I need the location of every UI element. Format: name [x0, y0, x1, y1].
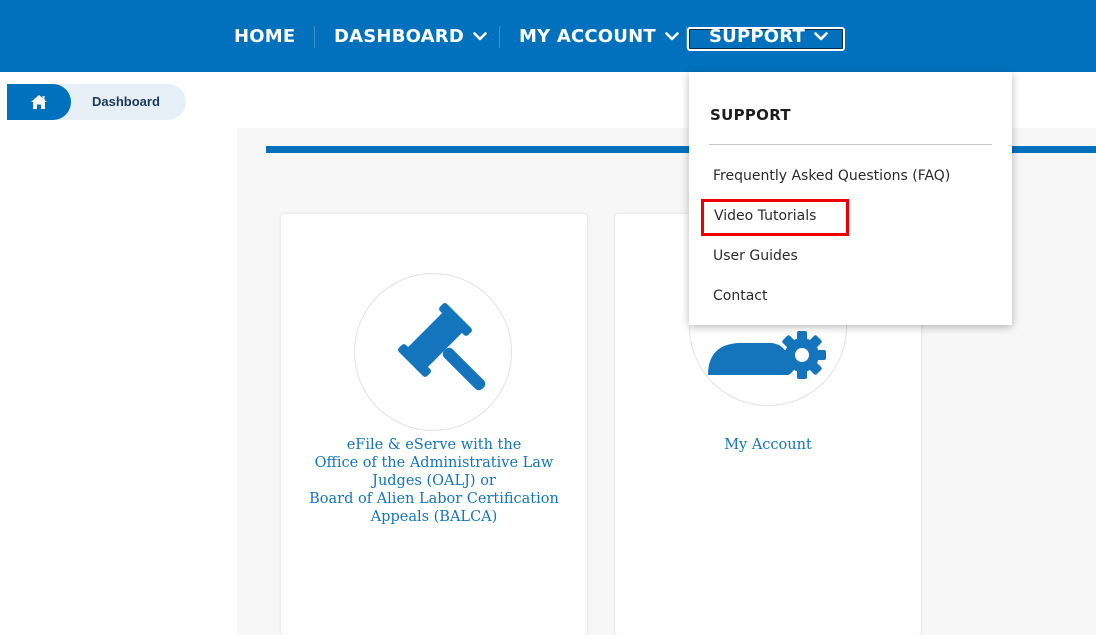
my-account-card-title[interactable]: My Account	[615, 436, 921, 454]
chevron-down-icon	[665, 31, 679, 40]
nav-support[interactable]: SUPPORT	[709, 0, 828, 72]
nav-my-account[interactable]: MY ACCOUNT	[519, 0, 679, 72]
support-dropdown-menu: SUPPORT Frequently Asked Questions (FAQ)…	[689, 72, 1012, 325]
efile-title-line: Board of Alien Labor Certification	[309, 491, 559, 507]
breadcrumb-current: Dashboard	[92, 94, 160, 109]
menu-item-user-guides[interactable]: User Guides	[713, 248, 798, 264]
efile-title-line: Office of the Administrative Law	[314, 455, 554, 471]
nav-my-account-label: MY ACCOUNT	[519, 25, 656, 47]
nav-dashboard-label: DASHBOARD	[334, 25, 464, 47]
gavel-icon	[398, 303, 486, 391]
home-icon	[31, 95, 47, 109]
chevron-down-icon	[814, 31, 828, 40]
chevron-down-icon	[473, 31, 487, 40]
efile-card[interactable]: eFile & eServe with the Office of the Ad…	[281, 214, 587, 635]
support-menu-divider	[709, 144, 992, 145]
nav-dashboard[interactable]: DASHBOARD	[334, 0, 487, 72]
efile-title-line: Judges (OALJ) or	[372, 473, 496, 489]
nav-divider	[314, 26, 315, 48]
nav-support-label: SUPPORT	[709, 25, 805, 47]
nav-divider	[499, 26, 500, 48]
efile-title-line: eFile & eServe with the	[346, 437, 522, 453]
nav-home[interactable]: HOME	[234, 0, 295, 72]
support-menu-heading: SUPPORT	[710, 106, 791, 124]
top-nav-bar: HOME DASHBOARD MY ACCOUNT SUPPORT	[0, 0, 1096, 72]
efile-card-title[interactable]: eFile & eServe with the Office of the Ad…	[281, 436, 587, 526]
menu-item-video-tutorials[interactable]: Video Tutorials	[714, 208, 816, 224]
efile-title-line: Appeals (BALCA)	[370, 509, 498, 525]
menu-item-faq[interactable]: Frequently Asked Questions (FAQ)	[713, 168, 950, 184]
efile-icon-circle	[354, 273, 512, 431]
nav-home-label: HOME	[234, 25, 296, 47]
breadcrumb-home-button[interactable]	[7, 84, 71, 120]
menu-item-contact[interactable]: Contact	[713, 288, 767, 304]
